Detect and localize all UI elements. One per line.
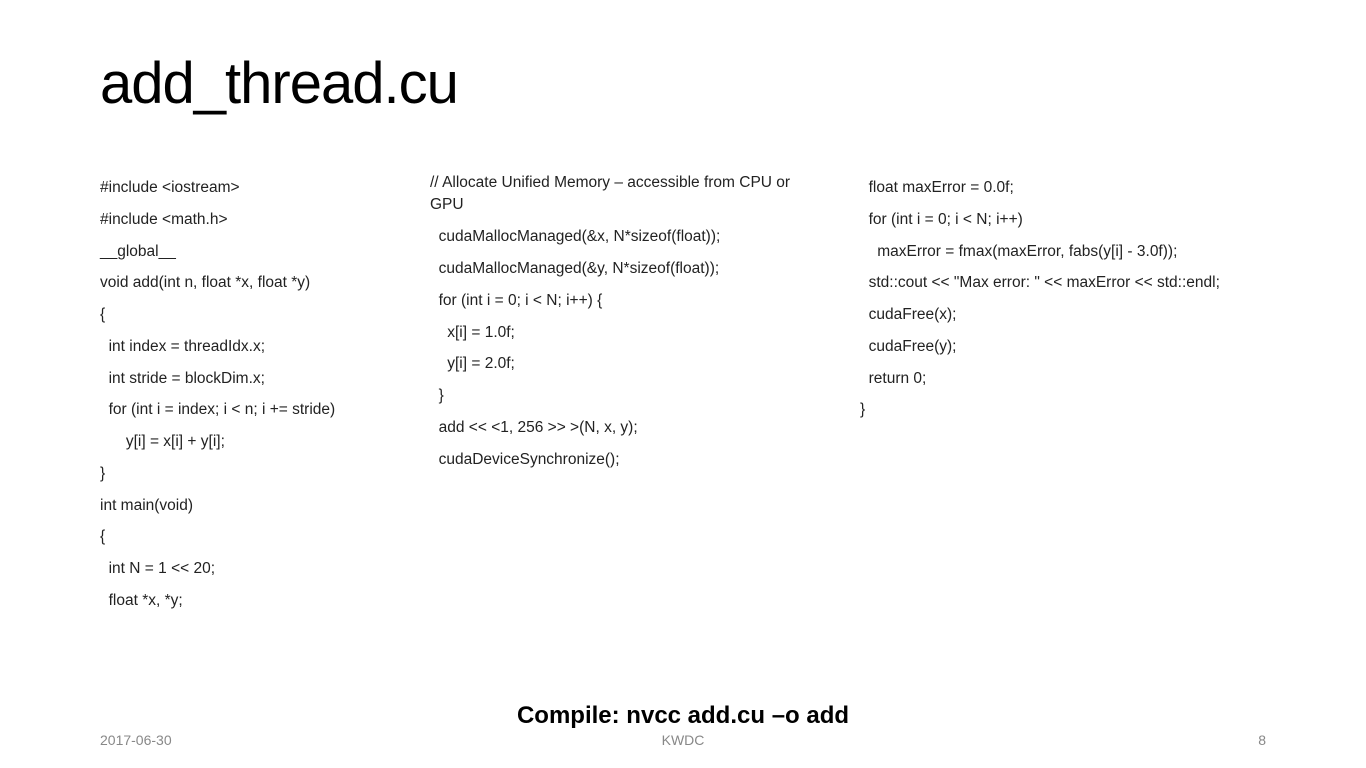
code-column-3: float maxError = 0.0f; for (int i = 0; i…: [860, 172, 1266, 617]
code-line: #include <iostream>: [100, 172, 380, 204]
slide: add_thread.cu #include <iostream> #inclu…: [0, 0, 1366, 768]
code-line: cudaMallocManaged(&y, N*sizeof(float));: [430, 253, 810, 285]
code-line: int N = 1 << 20;: [100, 553, 380, 585]
compile-instruction: Compile: nvcc add.cu –o add: [0, 702, 1366, 730]
code-line: maxError = fmax(maxError, fabs(y[i] - 3.…: [860, 236, 1266, 268]
footer-page: 8: [1258, 732, 1266, 748]
code-line: for (int i = 0; i < N; i++) {: [430, 285, 810, 317]
code-line: #include <math.h>: [100, 204, 380, 236]
code-line: __global__: [100, 236, 380, 268]
code-line: add << <1, 256 >> >(N, x, y);: [430, 412, 810, 444]
code-line: }: [430, 380, 810, 412]
code-line: float *x, *y;: [100, 585, 380, 617]
code-line: cudaFree(y);: [860, 331, 1266, 363]
code-line: cudaDeviceSynchronize();: [430, 444, 810, 476]
footer-date: 2017-06-30: [100, 732, 172, 748]
code-line: {: [100, 299, 380, 331]
code-line: int stride = blockDim.x;: [100, 363, 380, 395]
code-line: for (int i = index; i < n; i += stride): [100, 394, 380, 426]
code-line: int index = threadIdx.x;: [100, 331, 380, 363]
code-line: for (int i = 0; i < N; i++): [860, 204, 1266, 236]
code-line: cudaMallocManaged(&x, N*sizeof(float));: [430, 221, 810, 253]
code-column-2: // Allocate Unified Memory – accessible …: [430, 172, 810, 617]
code-line: void add(int n, float *x, float *y): [100, 267, 380, 299]
code-line: std::cout << "Max error: " << maxError <…: [860, 267, 1266, 299]
code-line: {: [100, 521, 380, 553]
code-line: }: [860, 394, 1266, 426]
code-columns: #include <iostream> #include <math.h> __…: [100, 172, 1266, 617]
code-column-1: #include <iostream> #include <math.h> __…: [100, 172, 380, 617]
code-line: y[i] = 2.0f;: [430, 348, 810, 380]
code-line: y[i] = x[i] + y[i];: [100, 426, 380, 458]
footer-center: KWDC: [662, 732, 705, 748]
code-line: return 0;: [860, 363, 1266, 395]
code-line: x[i] = 1.0f;: [430, 317, 810, 349]
code-line: cudaFree(x);: [860, 299, 1266, 331]
code-line: }: [100, 458, 380, 490]
slide-title: add_thread.cu: [100, 50, 1266, 117]
code-line: float maxError = 0.0f;: [860, 172, 1266, 204]
code-line: int main(void): [100, 490, 380, 522]
code-line: // Allocate Unified Memory – accessible …: [430, 172, 810, 215]
slide-footer: 2017-06-30 KWDC 8: [100, 732, 1266, 748]
